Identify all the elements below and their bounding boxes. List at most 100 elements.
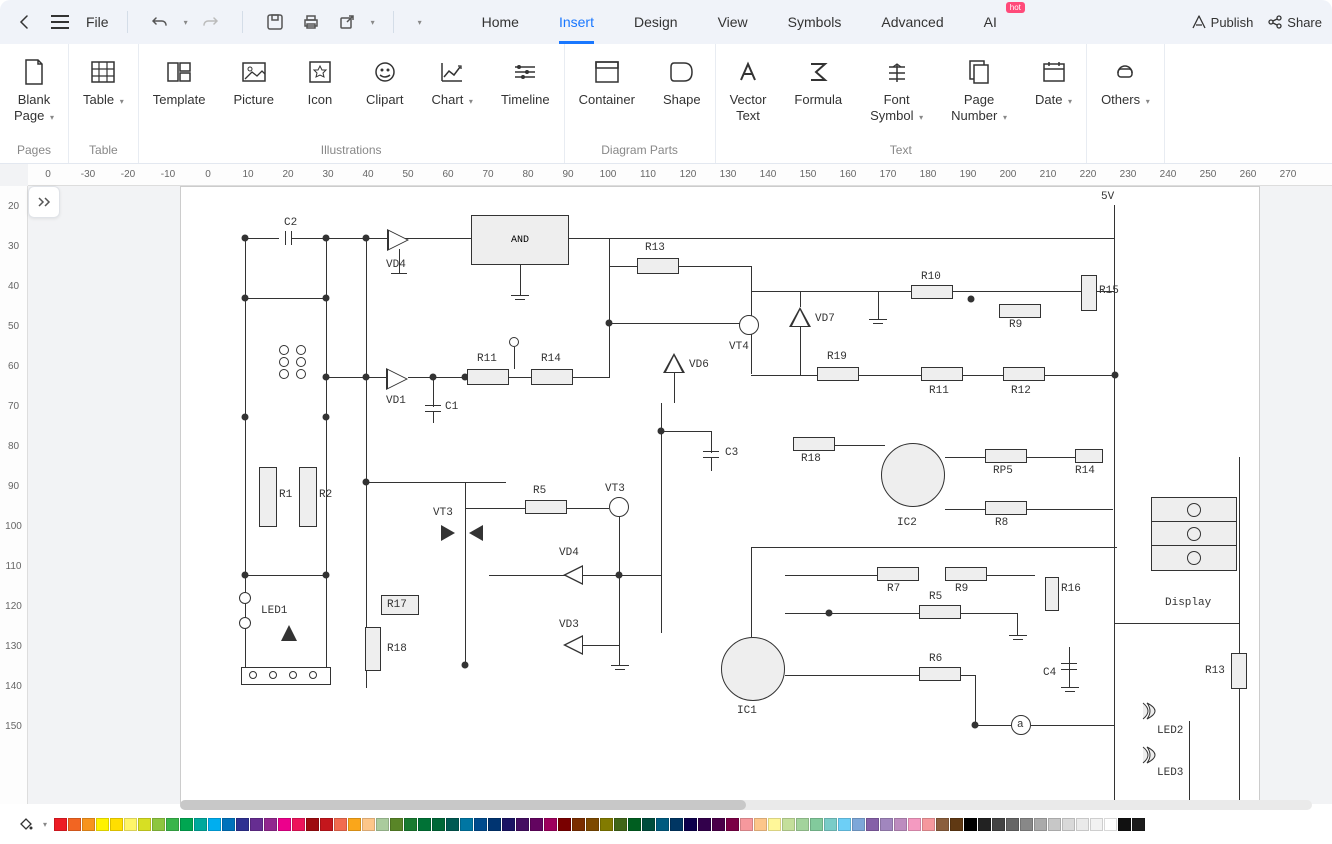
tab-ai[interactable]: AI hot <box>964 4 1017 40</box>
color-swatch[interactable] <box>1118 818 1131 831</box>
blank-page-button[interactable]: BlankPage ▾ <box>0 52 68 129</box>
share-button[interactable]: Share <box>1267 14 1322 30</box>
tab-advanced[interactable]: Advanced <box>861 4 963 40</box>
save-button[interactable] <box>261 8 289 36</box>
color-swatch[interactable] <box>1076 818 1089 831</box>
color-swatch[interactable] <box>446 818 459 831</box>
color-swatch[interactable] <box>110 818 123 831</box>
color-swatch[interactable] <box>544 818 557 831</box>
color-swatch[interactable] <box>698 818 711 831</box>
color-swatch[interactable] <box>124 818 137 831</box>
color-swatch[interactable] <box>1090 818 1103 831</box>
color-swatch[interactable] <box>348 818 361 831</box>
table-button[interactable]: Table ▾ <box>69 52 138 114</box>
color-swatch[interactable] <box>376 818 389 831</box>
color-swatch[interactable] <box>838 818 851 831</box>
color-swatch[interactable] <box>572 818 585 831</box>
formula-button[interactable]: Formula <box>780 52 856 114</box>
color-swatch[interactable] <box>628 818 641 831</box>
canvas-page[interactable]: C2 VD4 AND 5V <box>180 186 1260 804</box>
color-swatch[interactable] <box>964 818 977 831</box>
color-swatch[interactable] <box>1062 818 1075 831</box>
fill-color-button[interactable] <box>14 815 36 833</box>
color-swatch[interactable] <box>278 818 291 831</box>
color-swatch[interactable] <box>1132 818 1145 831</box>
clipart-button[interactable]: Clipart <box>352 52 418 114</box>
print-button[interactable] <box>297 8 325 36</box>
color-swatch[interactable] <box>586 818 599 831</box>
color-swatch[interactable] <box>978 818 991 831</box>
undo-dropdown[interactable]: ▾ <box>184 18 188 27</box>
color-swatch[interactable] <box>292 818 305 831</box>
color-swatch[interactable] <box>1034 818 1047 831</box>
chart-button[interactable]: Chart ▾ <box>418 52 487 114</box>
color-swatch[interactable] <box>796 818 809 831</box>
color-swatch[interactable] <box>782 818 795 831</box>
color-swatch[interactable] <box>320 818 333 831</box>
color-swatch[interactable] <box>880 818 893 831</box>
others-button[interactable]: Others ▾ <box>1087 52 1164 114</box>
color-swatch[interactable] <box>950 818 963 831</box>
color-swatch[interactable] <box>404 818 417 831</box>
publish-button[interactable]: Publish <box>1191 14 1254 30</box>
color-swatch[interactable] <box>726 818 739 831</box>
timeline-button[interactable]: Timeline <box>487 52 564 114</box>
color-swatch[interactable] <box>768 818 781 831</box>
color-swatch[interactable] <box>152 818 165 831</box>
color-swatch[interactable] <box>516 818 529 831</box>
container-button[interactable]: Container <box>565 52 649 114</box>
color-swatch[interactable] <box>824 818 837 831</box>
color-swatch[interactable] <box>362 818 375 831</box>
color-swatch[interactable] <box>306 818 319 831</box>
tab-home[interactable]: Home <box>462 4 539 40</box>
font-symbol-button[interactable]: FontSymbol ▾ <box>856 52 937 129</box>
color-swatch[interactable] <box>740 818 753 831</box>
color-swatch[interactable] <box>936 818 949 831</box>
more-qat-dropdown[interactable]: ▾ <box>418 18 422 27</box>
menu-button[interactable] <box>46 8 74 36</box>
file-menu[interactable]: File <box>86 14 109 30</box>
color-swatch[interactable] <box>334 818 347 831</box>
color-swatch[interactable] <box>852 818 865 831</box>
date-button[interactable]: Date ▾ <box>1021 52 1086 114</box>
color-swatch[interactable] <box>264 818 277 831</box>
color-swatch[interactable] <box>810 818 823 831</box>
color-swatch[interactable] <box>166 818 179 831</box>
color-swatch[interactable] <box>82 818 95 831</box>
color-swatch[interactable] <box>194 818 207 831</box>
color-swatch[interactable] <box>558 818 571 831</box>
color-swatch[interactable] <box>866 818 879 831</box>
redo-button[interactable] <box>196 8 224 36</box>
color-swatch[interactable] <box>418 818 431 831</box>
color-swatch[interactable] <box>530 818 543 831</box>
color-swatch[interactable] <box>922 818 935 831</box>
color-swatch[interactable] <box>894 818 907 831</box>
color-swatch[interactable] <box>236 818 249 831</box>
picture-button[interactable]: Picture <box>219 52 287 114</box>
color-swatch[interactable] <box>1006 818 1019 831</box>
export-dropdown[interactable]: ▾ <box>371 18 375 27</box>
color-swatch[interactable] <box>208 818 221 831</box>
color-swatch[interactable] <box>250 818 263 831</box>
page-number-button[interactable]: PageNumber ▾ <box>937 52 1021 129</box>
color-swatch[interactable] <box>712 818 725 831</box>
display-component[interactable] <box>1151 497 1237 571</box>
and-gate[interactable]: AND <box>471 215 569 265</box>
color-swatch[interactable] <box>488 818 501 831</box>
color-swatch[interactable] <box>908 818 921 831</box>
color-swatch[interactable] <box>600 818 613 831</box>
tab-insert[interactable]: Insert <box>539 4 614 40</box>
color-swatch[interactable] <box>180 818 193 831</box>
shape-button[interactable]: Shape <box>649 52 715 114</box>
color-swatch[interactable] <box>474 818 487 831</box>
color-swatch[interactable] <box>754 818 767 831</box>
color-swatch[interactable] <box>992 818 1005 831</box>
color-swatch[interactable] <box>502 818 515 831</box>
color-swatch[interactable] <box>614 818 627 831</box>
color-swatch[interactable] <box>1048 818 1061 831</box>
horizontal-scrollbar[interactable] <box>180 800 1312 810</box>
export-button[interactable] <box>333 8 361 36</box>
undo-button[interactable] <box>146 8 174 36</box>
fill-dropdown[interactable]: ▾ <box>43 820 47 829</box>
vector-text-button[interactable]: VectorText <box>716 52 781 129</box>
